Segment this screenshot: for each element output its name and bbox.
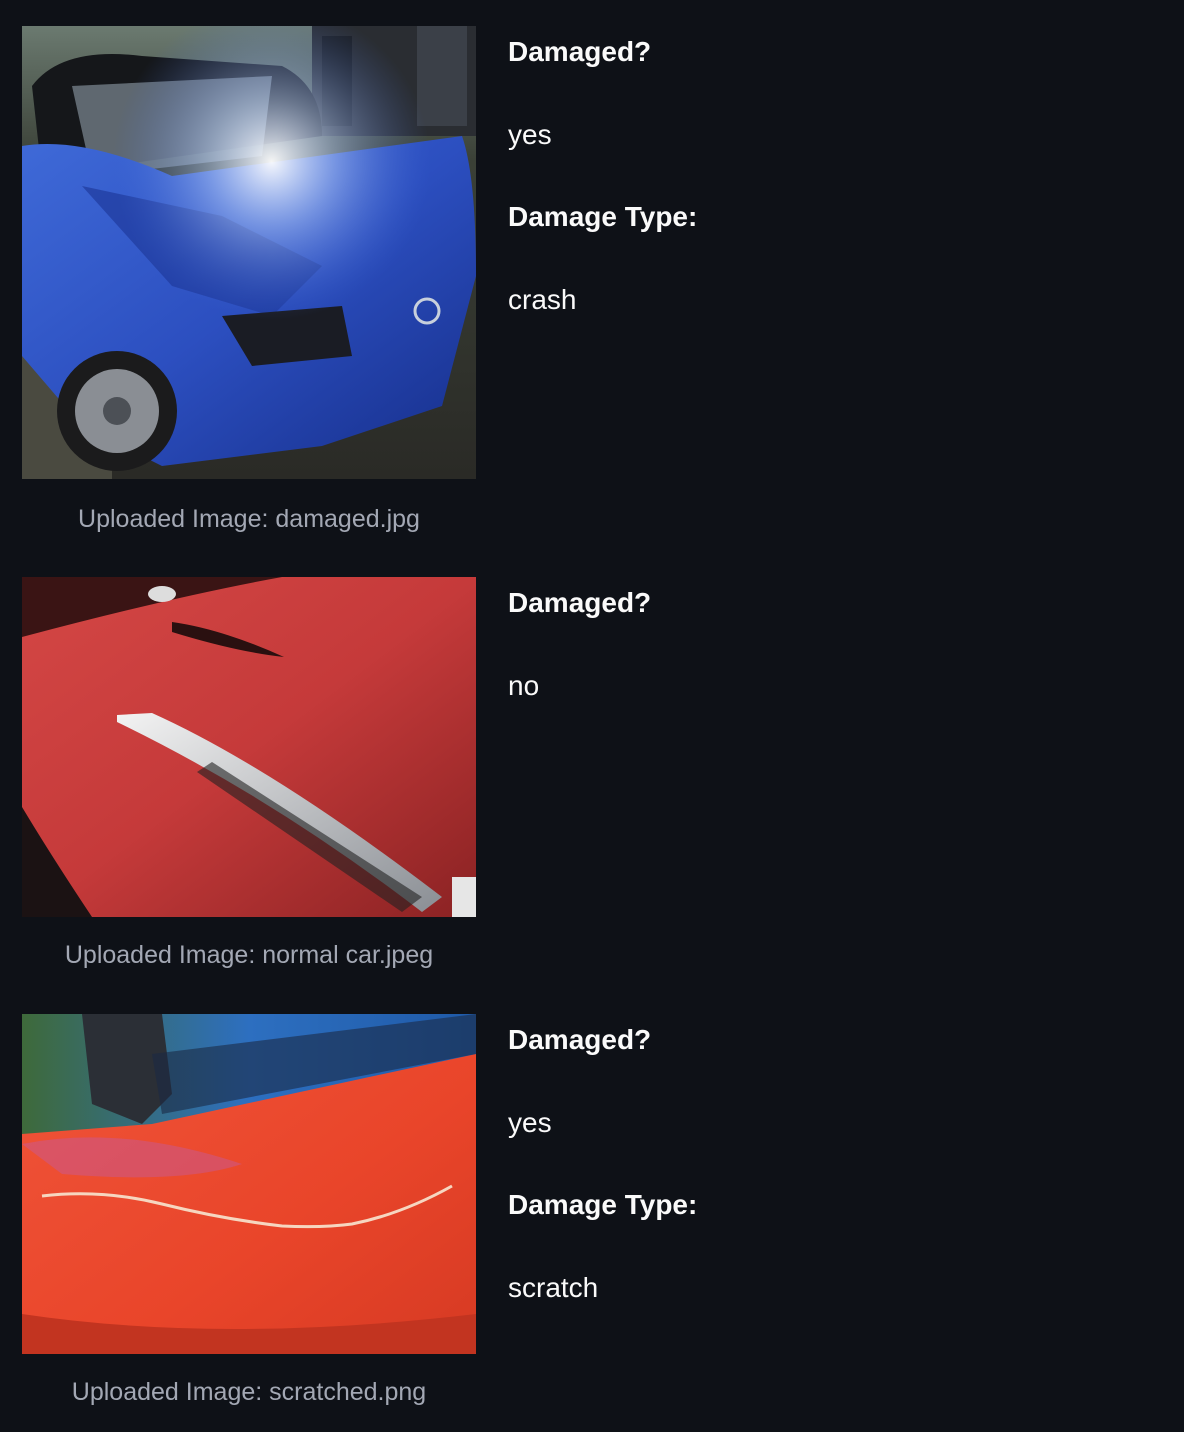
- damage-type-label: Damage Type:: [508, 1189, 698, 1220]
- damage-type-value: scratch: [508, 1272, 599, 1303]
- image-column: Uploaded Image: scratched.png: [22, 1014, 476, 1408]
- prediction-panel: Damaged? yes Damage Type: scratch: [508, 1014, 1158, 1306]
- damaged-label: Damaged?: [508, 1024, 652, 1055]
- damage-type-value: crash: [508, 284, 577, 315]
- image-caption: Uploaded Image: scratched.png: [71, 1378, 427, 1406]
- crashed-blue-car-photo: [22, 26, 476, 479]
- prediction-panel: Damaged? no: [508, 577, 1158, 704]
- damaged-value: yes: [508, 119, 552, 150]
- damaged-label: Damaged?: [508, 36, 652, 67]
- scratched-orange-car-photo: [22, 1014, 476, 1354]
- image-caption: Uploaded Image: damaged.jpg: [78, 505, 420, 533]
- image-caption: Uploaded Image: normal car.jpeg: [64, 941, 434, 969]
- red-car-hood-photo: [22, 577, 476, 917]
- damaged-label: Damaged?: [508, 587, 652, 618]
- image-column: Uploaded Image: damaged.jpg: [22, 26, 476, 535]
- damaged-value: no: [508, 670, 540, 701]
- prediction-panel: Damaged? yes Damage Type: crash: [508, 26, 1158, 318]
- damaged-value: yes: [508, 1107, 552, 1138]
- image-column: Uploaded Image: normal car.jpeg: [22, 577, 476, 971]
- damage-type-label: Damage Type:: [508, 201, 698, 232]
